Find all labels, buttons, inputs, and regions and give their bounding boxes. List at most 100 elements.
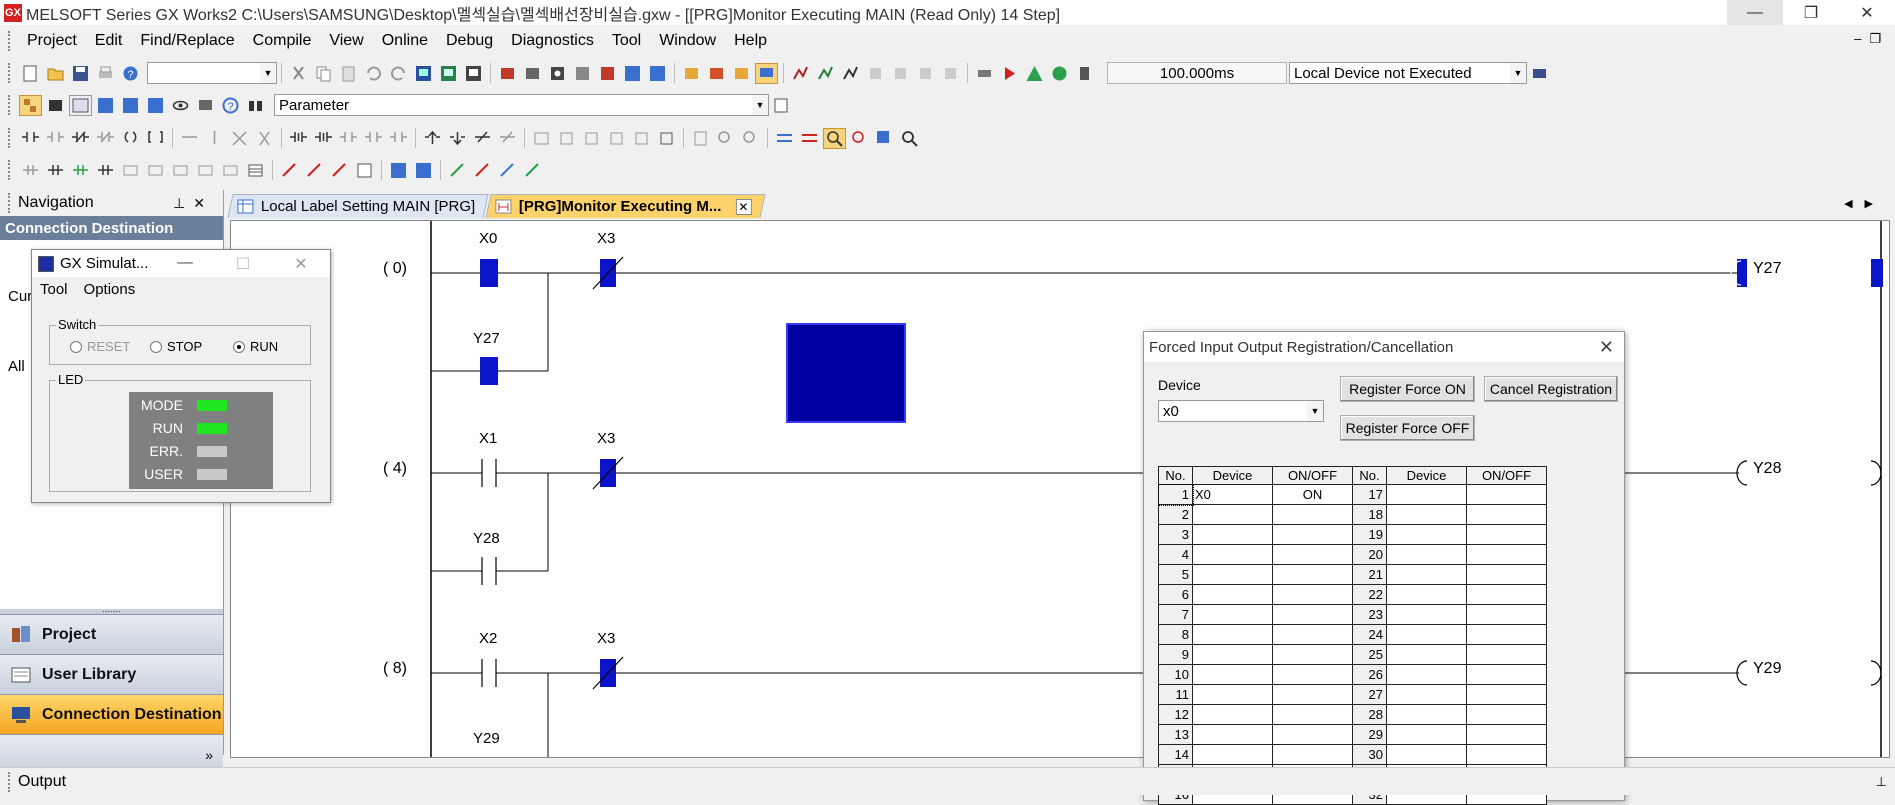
on-off-cell[interactable] [1272,624,1353,645]
table-row[interactable]: 12 28 [1158,704,1547,725]
remote-stop-icon[interactable] [521,63,544,84]
on-off-cell[interactable]: ON [1272,484,1353,505]
binoculars-icon[interactable] [244,95,267,116]
device-cell[interactable] [1386,564,1467,585]
on-off-cell[interactable] [1272,584,1353,605]
menu-window[interactable]: Window [650,32,725,50]
on-off-cell[interactable] [1272,564,1353,585]
pin-icon[interactable]: ⊥✕ [173,195,213,212]
forced-io-close-icon[interactable]: ✕ [1599,337,1614,358]
device-cell[interactable] [1386,624,1467,645]
device-cell[interactable] [1192,744,1273,765]
table-row[interactable]: 2 18 [1158,504,1547,525]
on-off-cell[interactable] [1466,704,1547,725]
monitor-settings-icon[interactable] [194,95,217,116]
table-row[interactable]: 11 27 [1158,684,1547,705]
eye-icon[interactable] [169,95,192,116]
zoom-b-icon[interactable] [714,128,737,149]
ladder-editor[interactable]: ( 0) X0 X3 Y27 Y27 ( 4) X1 X3 Y28 Y28 (… [230,220,1890,758]
device-cell[interactable] [1192,644,1273,665]
device-cell[interactable] [1192,724,1273,745]
table-row[interactable]: 13 29 [1158,724,1547,745]
simulation-icon[interactable] [755,62,778,84]
monitor-start-icon[interactable] [546,63,569,84]
horizontal-line-icon[interactable] [178,128,201,149]
fb-icon-d[interactable] [630,128,653,149]
menu-help[interactable]: Help [725,32,776,50]
monitor-search-icon[interactable] [823,127,846,149]
on-off-cell[interactable] [1466,524,1547,545]
register-icon[interactable] [1073,63,1096,84]
check-d-icon[interactable] [521,160,544,181]
grip-handle[interactable] [8,31,12,51]
output-pin-icon[interactable]: ⊥ [1876,774,1887,790]
delete-line-icon[interactable] [228,128,251,149]
comment-icon[interactable] [773,128,796,149]
on-off-cell[interactable] [1272,644,1353,665]
print-icon[interactable] [94,63,117,84]
grip-handle[interactable] [8,193,12,213]
on-off-cell[interactable] [1466,644,1547,665]
check-c-icon[interactable] [496,160,519,181]
block-icon-b[interactable] [194,160,217,181]
on-off-cell[interactable] [1466,564,1547,585]
device-cell[interactable] [1192,564,1273,585]
parameter-combo[interactable]: Parameter ▼ [274,94,769,116]
force-reset-icon[interactable] [303,160,326,181]
connection-icon[interactable] [973,63,996,84]
st-icon[interactable] [530,128,553,149]
contact-y27-on[interactable] [480,357,498,385]
watch-icon[interactable] [680,63,703,84]
verify-plc-icon[interactable] [462,63,485,84]
execution-status-combo[interactable]: Local Device not Executed ▼ [1289,62,1527,84]
restore-button[interactable]: ❐ [1783,0,1839,25]
closed-contact-icon[interactable] [69,128,92,149]
on-off-cell[interactable] [1466,544,1547,565]
on-off-cell[interactable] [1466,504,1547,525]
block-icon-a[interactable] [169,160,192,181]
on-off-cell[interactable] [1466,664,1547,685]
new-project-icon[interactable] [19,63,42,84]
statement-icon[interactable] [798,128,821,149]
force-io-icon[interactable] [705,63,728,84]
menu-debug[interactable]: Debug [437,32,502,50]
device-cell[interactable] [1192,664,1273,685]
switch-reset-radio[interactable]: RESET [70,339,130,354]
warning-icon[interactable] [1023,63,1046,84]
copy-icon[interactable] [312,63,335,84]
device-cell[interactable] [1386,584,1467,605]
device-cell[interactable] [1386,724,1467,745]
register-force-on-button[interactable]: Register Force ON [1340,376,1475,402]
device-cell[interactable] [1386,704,1467,725]
undo-icon[interactable] [362,63,385,84]
on-off-cell[interactable] [1466,604,1547,625]
ladder-tool-e-icon[interactable] [889,63,912,84]
table-icon[interactable] [244,160,267,181]
menu-online[interactable]: Online [373,32,437,50]
operation-invert-icon[interactable] [496,128,519,149]
table-row[interactable]: 5 21 [1158,564,1547,585]
falling-pulse-icon[interactable] [312,128,335,149]
fb-icon-c[interactable] [605,128,628,149]
operation-result-up-icon[interactable] [421,128,444,149]
table-row[interactable]: 14 30 [1158,744,1547,765]
simulator-close-button[interactable]: ✕ [272,254,330,274]
on-off-cell[interactable] [1272,604,1353,625]
close-button[interactable]: ✕ [1839,0,1895,25]
mdi-controls[interactable]: –❐ [1854,31,1889,47]
menu-tool[interactable]: Tool [603,32,650,50]
dev-list-c-icon[interactable] [144,95,167,116]
on-off-cell[interactable] [1466,684,1547,705]
on-off-cell[interactable] [1272,684,1353,705]
rising-pulse-icon[interactable] [287,128,310,149]
on-off-cell[interactable] [1466,624,1547,645]
open-folder-icon[interactable] [44,63,67,84]
force-set-icon[interactable] [278,160,301,181]
on-off-cell[interactable] [1272,704,1353,725]
insert-row-icon[interactable] [19,160,42,181]
insert-branch-icon[interactable] [94,160,117,181]
device-input[interactable]: x0 ▼ [1158,400,1324,422]
forced-io-title-bar[interactable]: Forced Input Output Registration/Cancell… [1144,332,1624,362]
simulator-maximize-button[interactable]: ☐ [214,254,272,274]
device-monitor-icon[interactable] [596,63,619,84]
